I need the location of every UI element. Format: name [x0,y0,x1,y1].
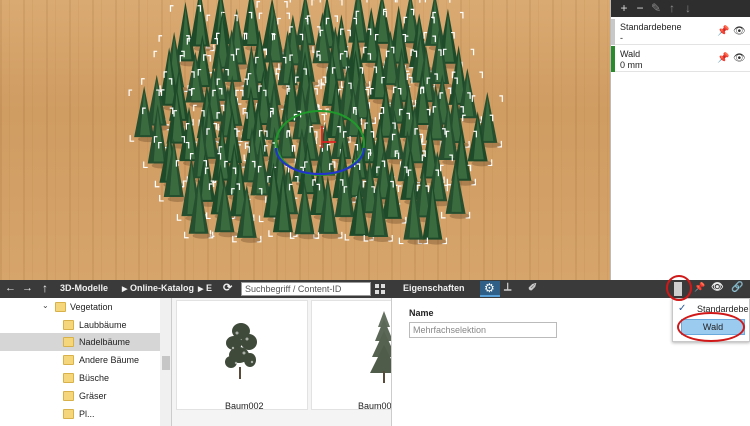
folder-icon [63,355,74,365]
catalog-item-label: Baum006 [358,401,391,411]
chevron-down-icon[interactable]: ⌄ [42,301,49,310]
breadcrumb-e[interactable]: E [206,283,212,293]
tree-thumbnail [370,311,391,383]
grid-view-icon[interactable] [375,284,385,294]
folder-icon [63,391,74,401]
edit-icon[interactable]: ✎ [648,0,664,17]
tree-item-graeser[interactable]: Gräser [0,387,160,405]
back-arrow-icon[interactable]: ← [5,282,16,294]
tree-item-label: Nadelbäume [79,337,131,347]
3d-viewport[interactable] [0,0,610,280]
layer-row-wald[interactable]: Wald 0 mm 📌 👁 [611,46,750,72]
tab-axes[interactable]: ⟂ [504,281,511,294]
layers-panel: + − ✎ ↑ ↓ Standardebene - 📌 👁 Wald 0 mm … [610,0,750,280]
catalog-item-label: Baum002 [225,401,264,411]
layer-name: Standardebene [620,22,682,32]
eye-icon[interactable]: 👁 [711,282,724,293]
properties-title: Eigenschaften [403,283,465,293]
refresh-icon[interactable]: ⟳ [223,281,232,294]
tree-item-buesche[interactable]: Büsche [0,369,160,387]
tree-item-label: Pl... [79,409,95,419]
catalog-item-baum006[interactable]: Baum006 [311,300,391,411]
tree-item-andere-baeume[interactable]: Andere Bäume [0,351,160,369]
tab-paint[interactable]: ✐ [528,281,537,294]
eye-icon[interactable]: 👁 [733,53,746,64]
up-arrow-icon[interactable]: ↑ [664,0,680,17]
annotation-circle [666,275,692,301]
forest-scene [128,0,503,245]
layer-detail: - [620,33,623,43]
tree-item-laubbaeume[interactable]: Laubbäume [0,316,160,334]
breadcrumb-chevron-icon: ▶ [122,286,128,293]
down-arrow-icon[interactable]: ↓ [680,0,696,17]
name-label: Name [409,308,434,318]
folder-icon [63,373,74,383]
breadcrumb-3d-modelle[interactable]: 3D-Modelle [60,283,108,293]
tree-item-pflanzen[interactable]: Pl... [0,405,160,423]
tree-item-vegetation[interactable]: ⌄ Vegetation [0,298,160,316]
pin-icon[interactable]: 📌 [694,282,705,293]
folder-icon [55,302,66,312]
tree-item-nadelbaeume[interactable]: Nadelbäume [0,333,160,351]
tree-item-label: Büsche [79,373,110,383]
folder-icon [63,320,74,330]
catalog-tree: ⌄ Vegetation Laubbäume Nadelbäume Andere… [0,298,172,426]
tree-item-label: Laubbäume [79,320,127,330]
name-field[interactable]: Mehrfachselektion [409,322,557,338]
breadcrumb-chevron-icon: ▶ [198,286,204,293]
layer-name: Wald [620,49,641,59]
layer-color-bar [611,19,615,45]
link-icon[interactable]: 🔗 [731,282,743,293]
check-icon: ✓ [678,303,687,314]
catalog-grid: Baum002 Baum006 [172,298,391,426]
up-arrow-icon[interactable]: ↑ [42,281,48,295]
folder-icon [63,337,74,347]
tab-settings[interactable]: ⚙ [480,281,500,297]
minus-icon[interactable]: − [632,0,648,17]
layer-row-standardebene[interactable]: Standardebene - 📌 👁 [611,19,750,45]
gear-icon: ⚙ [484,281,495,295]
pin-icon[interactable]: 📌 [717,53,729,64]
breadcrumb-online-katalog[interactable]: Online-Katalog [130,283,194,293]
layer-color-bar [611,46,615,72]
catalog-toolbar: ← → ↑ 3D-Modelle ▶ Online-Katalog ▶ E ⟳ … [0,280,750,298]
tree-thumbnail [225,323,257,379]
catalog-item-baum002[interactable]: Baum002 [176,300,308,411]
tree-scrollbar-thumb[interactable] [162,356,170,370]
annotation-circle [677,312,745,342]
folder-icon [63,409,74,419]
tree-item-label: Vegetation [70,302,113,312]
tree-item-label: Andere Bäume [79,355,140,365]
pin-icon[interactable]: 📌 [717,26,729,37]
layers-toolbar: + − ✎ ↑ ↓ [611,0,750,17]
plus-icon[interactable]: + [616,0,632,17]
forward-arrow-icon[interactable]: → [22,282,33,294]
tree-item-label: Gräser [79,391,107,401]
layer-detail: 0 mm [620,60,643,70]
search-input[interactable]: Suchbegriff / Content-ID [241,282,371,296]
eye-icon[interactable]: 👁 [733,26,746,37]
